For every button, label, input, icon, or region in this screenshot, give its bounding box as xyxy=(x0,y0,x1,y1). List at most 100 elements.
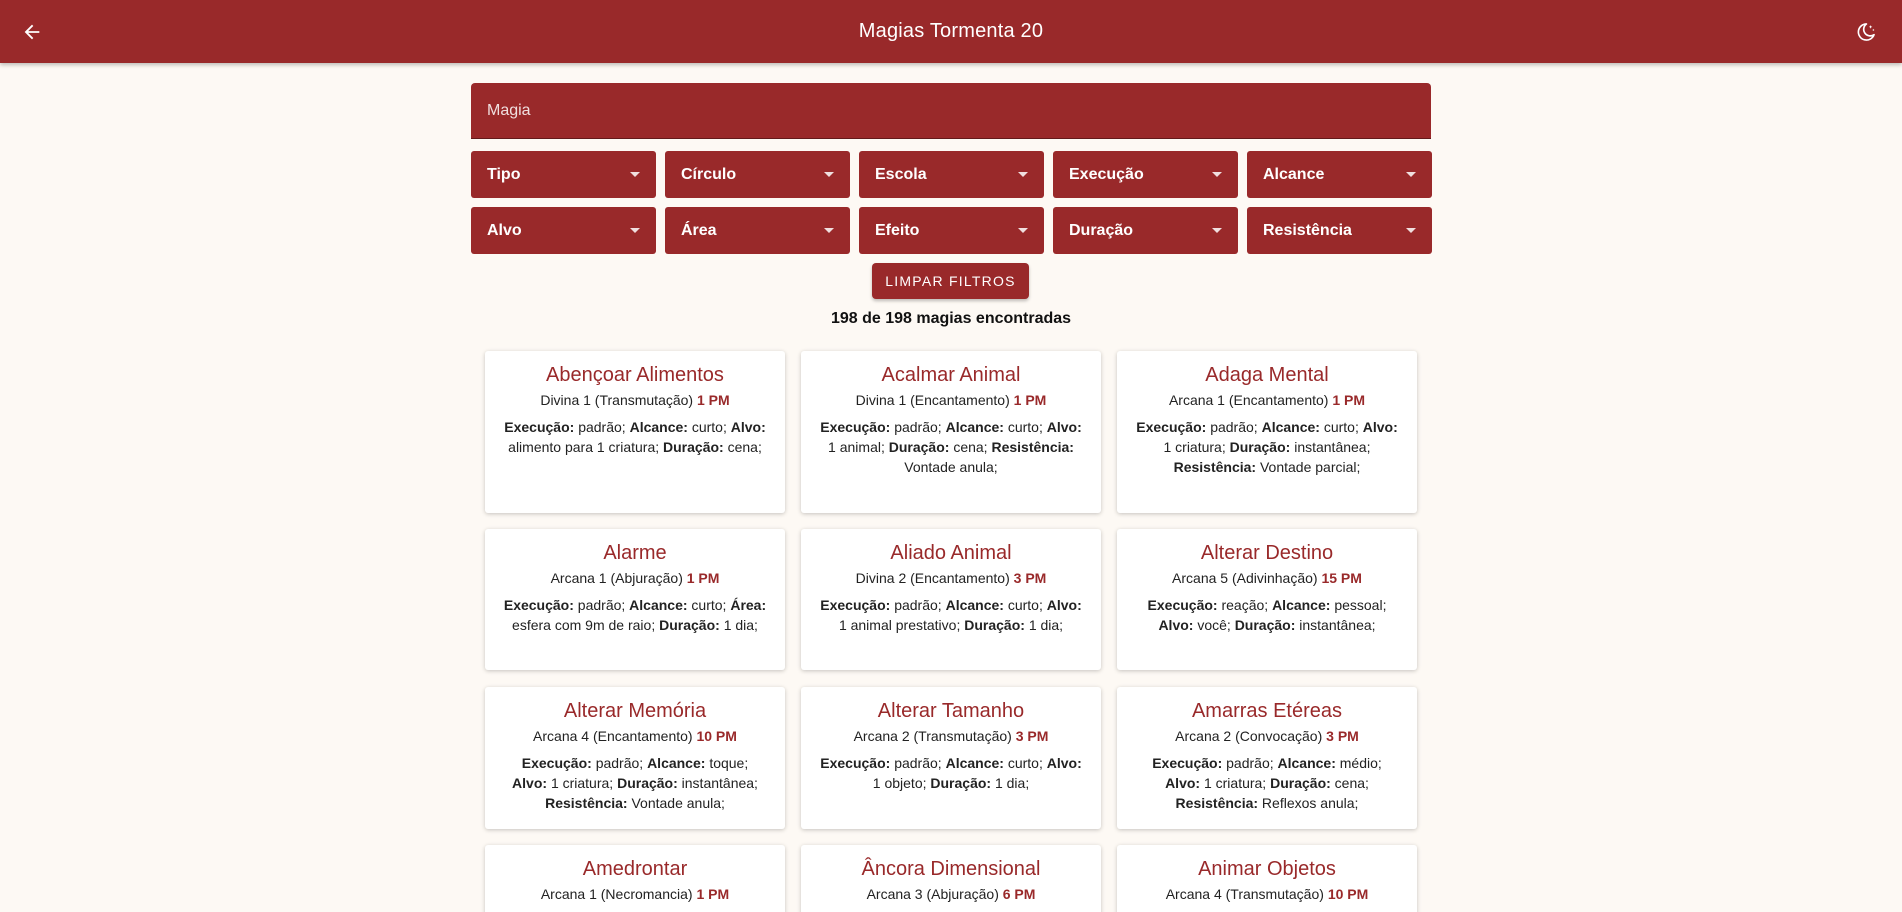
detail-label: Resistência: xyxy=(1175,795,1259,811)
spell-card[interactable]: Alarme Arcana 1 (Abjuração) 1 PM Execução:… xyxy=(485,529,785,670)
detail-value: curto; xyxy=(1007,755,1043,771)
filter-alcance[interactable]: Alcance xyxy=(1247,151,1432,198)
dropdown-arrow-icon xyxy=(630,228,640,233)
detail-value: instantânea; xyxy=(1294,439,1371,455)
detail-label: Execução: xyxy=(1136,419,1207,435)
filter-label: Resistência xyxy=(1263,221,1352,239)
spell-card[interactable]: Alterar Memória Arcana 4 (Encantamento) 1… xyxy=(485,687,785,829)
spell-details: Execução: padrão; Alcance: curto; Alvo: … xyxy=(485,417,785,457)
spell-details: Execução: padrão; Alcance: toque; Alvo: … xyxy=(485,753,785,813)
filter-escola[interactable]: Escola xyxy=(859,151,1044,198)
detail-value: Vontade anula; xyxy=(631,795,725,811)
filter-efeito[interactable]: Efeito xyxy=(859,207,1044,254)
dropdown-arrow-icon xyxy=(1212,228,1222,233)
detail-value: 1 criatura; xyxy=(1203,775,1267,791)
spell-name: Alarme xyxy=(603,542,667,564)
clear-filters-button[interactable]: LIMPAR FILTROS xyxy=(872,263,1029,299)
spell-details: Execução: padrão; Alcance: curto; Alvo: … xyxy=(801,753,1101,793)
spell-card[interactable]: Alterar Destino Arcana 5 (Adivinhação) 15… xyxy=(1117,529,1417,670)
spell-type-circle-school: Arcana 4 (Transmutação) xyxy=(1165,886,1324,902)
detail-label: Duração: xyxy=(930,775,992,791)
detail-value: reação; xyxy=(1221,597,1269,613)
filter-label: Tipo xyxy=(487,165,521,183)
detail-value: padrão; xyxy=(595,755,644,771)
spell-card[interactable]: Animar Objetos Arcana 4 (Transmutação) 10… xyxy=(1117,845,1417,912)
spell-cost: 1 PM xyxy=(1013,392,1047,408)
dropdown-arrow-icon xyxy=(1406,228,1416,233)
spell-name: Aliado Animal xyxy=(890,542,1012,564)
dropdown-arrow-icon xyxy=(1212,172,1222,177)
filter-execucao[interactable]: Execução xyxy=(1053,151,1238,198)
detail-value: padrão; xyxy=(577,597,626,613)
filter-tipo[interactable]: Tipo xyxy=(471,151,656,198)
filter-label: Área xyxy=(681,221,717,239)
detail-value: instantânea; xyxy=(1299,617,1376,633)
spell-cost: 1 PM xyxy=(696,392,730,408)
spell-card[interactable]: Alterar Tamanho Arcana 2 (Transmutação) 3… xyxy=(801,687,1101,829)
detail-value: 1 dia; xyxy=(1028,617,1064,633)
detail-label: Execução: xyxy=(521,755,592,771)
spell-cost: 3 PM xyxy=(1013,570,1047,586)
detail-label: Alcance: xyxy=(1277,755,1336,771)
dropdown-arrow-icon xyxy=(1018,228,1028,233)
spell-details: Execução: padrão; Alcance: curto; Alvo: … xyxy=(1117,417,1417,477)
detail-value: toque; xyxy=(709,755,749,771)
spell-meta: Arcana 4 (Encantamento) 10 PM xyxy=(485,727,785,745)
detail-label: Execução: xyxy=(504,419,575,435)
spell-details: Execução: padrão; Alcance: curto; Alvo: … xyxy=(801,595,1101,635)
detail-value: Vontade anula; xyxy=(904,459,998,475)
detail-label: Alvo: xyxy=(1046,419,1082,435)
arrow-left-icon xyxy=(24,24,40,40)
filter-area[interactable]: Área xyxy=(665,207,850,254)
spell-card[interactable]: Adaga Mental Arcana 1 (Encantamento) 1 PM… xyxy=(1117,351,1417,513)
spell-type-circle-school: Arcana 1 (Abjuração) xyxy=(550,570,683,586)
spell-card[interactable]: Abençoar Alimentos Divina 1 (Transmutação… xyxy=(485,351,785,513)
detail-value: Reflexos anula; xyxy=(1261,795,1359,811)
detail-label: Alcance: xyxy=(945,419,1004,435)
filter-circulo[interactable]: Círculo xyxy=(665,151,850,198)
detail-label: Alcance: xyxy=(647,755,706,771)
spell-cost: 15 PM xyxy=(1321,570,1362,586)
detail-label: Duração: xyxy=(1270,775,1331,791)
spell-card[interactable]: Aliado Animal Divina 2 (Encantamento) 3 P… xyxy=(801,529,1101,670)
back-button[interactable] xyxy=(14,14,50,50)
spell-name: Animar Objetos xyxy=(1198,858,1336,880)
spell-name: Abençoar Alimentos xyxy=(546,364,724,386)
filter-alvo[interactable]: Alvo xyxy=(471,207,656,254)
detail-label: Resistência: xyxy=(545,795,628,811)
spell-type-circle-school: Arcana 2 (Convocação) xyxy=(1175,728,1323,744)
filter-label: Alvo xyxy=(487,221,522,239)
detail-label: Alvo: xyxy=(1165,775,1201,791)
spell-card[interactable]: Âncora Dimensional Arcana 3 (Abjuração) 6… xyxy=(801,845,1101,912)
spell-meta: Divina 2 (Encantamento) 3 PM xyxy=(801,569,1101,587)
detail-value: padrão; xyxy=(1226,755,1274,771)
spell-type-circle-school: Divina 2 (Encantamento) xyxy=(855,570,1010,586)
detail-value: 1 criatura; xyxy=(1163,439,1226,455)
page-title: Magias Tormenta 20 xyxy=(858,20,1044,42)
detail-value: 1 animal; xyxy=(828,439,885,455)
detail-value: padrão; xyxy=(894,597,942,613)
detail-value: padrão; xyxy=(894,419,942,435)
detail-label: Alvo: xyxy=(1362,419,1398,435)
filter-duracao[interactable]: Duração xyxy=(1053,207,1238,254)
search-input[interactable] xyxy=(487,83,1431,138)
detail-label: Duração: xyxy=(964,617,1025,633)
spell-card[interactable]: Amarras Etéreas Arcana 2 (Convocação) 3 P… xyxy=(1117,687,1417,829)
spell-type-circle-school: Arcana 5 (Adivinhação) xyxy=(1172,570,1318,586)
spell-type-circle-school: Arcana 1 (Necromancia) xyxy=(540,886,693,902)
detail-label: Resistência: xyxy=(991,439,1074,455)
spell-meta: Divina 1 (Encantamento) 1 PM xyxy=(801,391,1101,409)
filter-resistencia[interactable]: Resistência xyxy=(1247,207,1432,254)
spell-card[interactable]: Acalmar Animal Divina 1 (Encantamento) 1 … xyxy=(801,351,1101,513)
detail-value: padrão; xyxy=(1210,419,1258,435)
search-field[interactable] xyxy=(471,83,1431,139)
spell-details: Execução: padrão; Alcance: curto; Alvo: … xyxy=(801,417,1101,477)
app-bar: Magias Tormenta 20 xyxy=(0,0,1902,63)
spell-cost: 10 PM xyxy=(696,728,737,744)
detail-label: Alvo: xyxy=(1046,597,1082,613)
spell-card[interactable]: Amedrontar Arcana 1 (Necromancia) 1 PM xyxy=(485,845,785,912)
theme-toggle-button[interactable] xyxy=(1848,14,1884,50)
detail-value: 1 animal prestativo; xyxy=(838,617,961,633)
detail-label: Alvo: xyxy=(512,775,548,791)
spell-type-circle-school: Arcana 4 (Encantamento) xyxy=(533,728,693,744)
